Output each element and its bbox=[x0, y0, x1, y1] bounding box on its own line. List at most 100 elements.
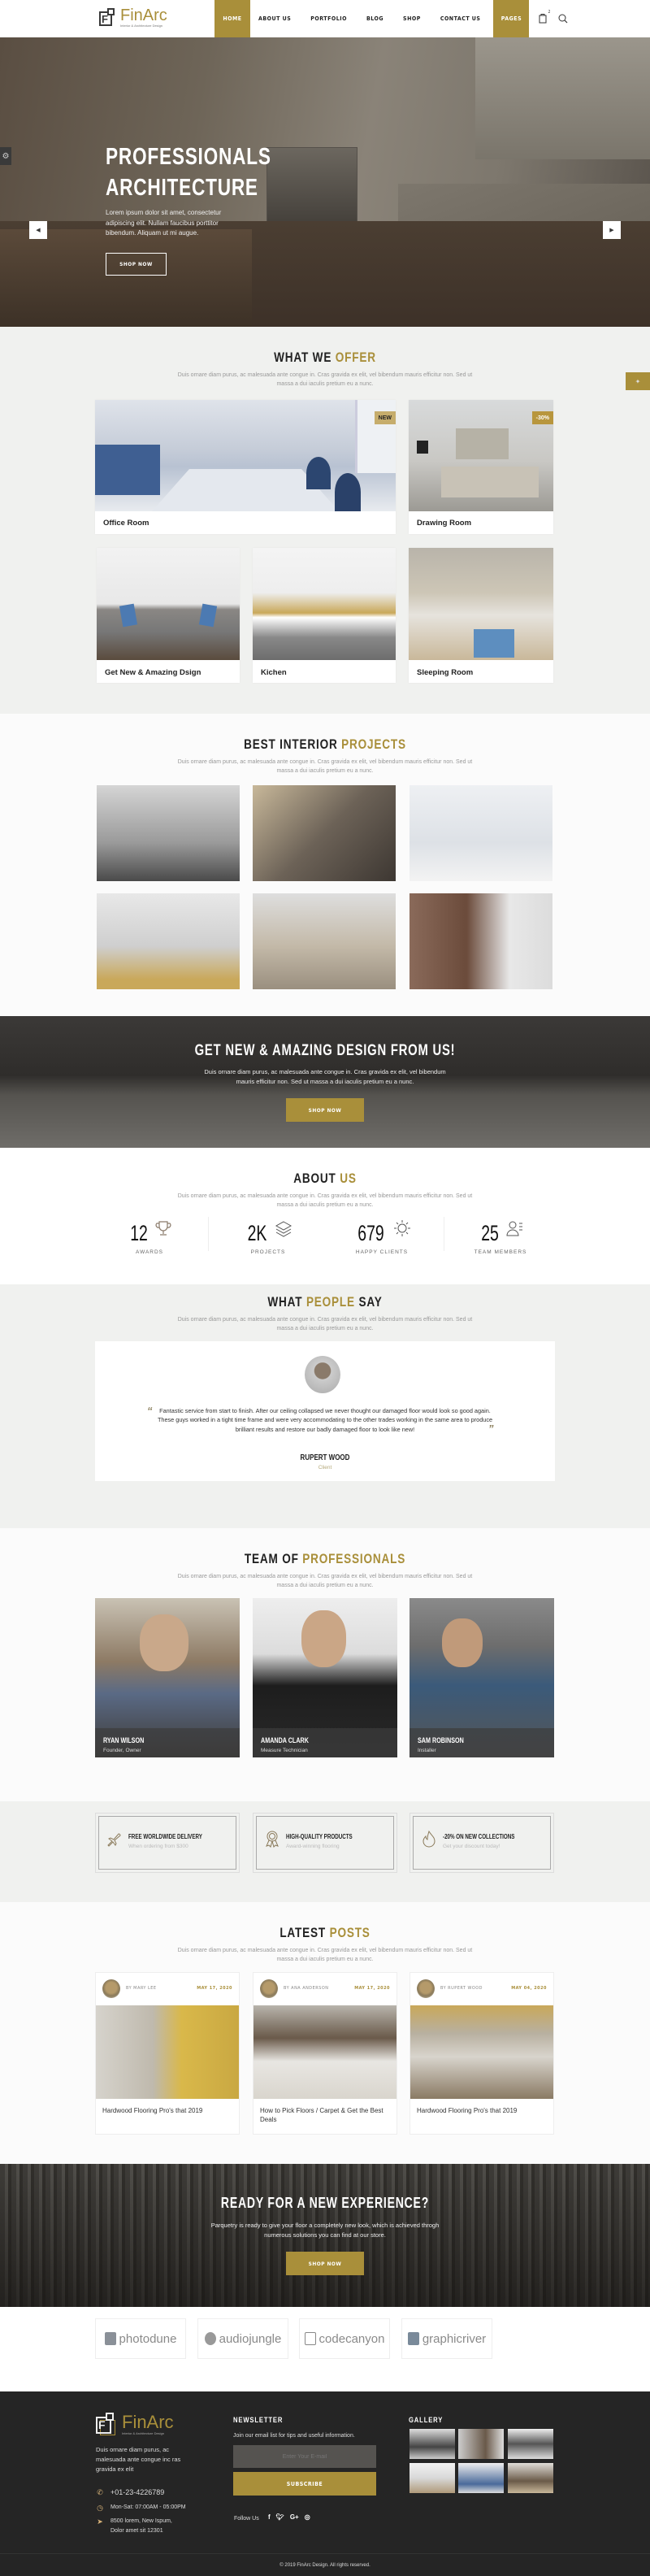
cta-text: Parquetry is ready to give your floor a … bbox=[210, 2222, 440, 2239]
sun-icon bbox=[393, 1220, 411, 1240]
post-card[interactable]: BY RUPERT WOOD MAY 04, 2020 Hardwood Flo… bbox=[410, 1972, 554, 2135]
project-image-3[interactable] bbox=[410, 785, 552, 881]
hero-bg-table bbox=[0, 229, 252, 327]
member-name: SAM ROBINSON bbox=[418, 1736, 464, 1744]
footer-logo-mark-icon: F bbox=[96, 2413, 117, 2435]
stat-value: 25 bbox=[480, 1221, 499, 1246]
post-card[interactable]: BY ANA ANDERSON MAY 17, 2020 How to Pick… bbox=[253, 1972, 397, 2135]
search-icon[interactable] bbox=[558, 11, 568, 27]
brand-audiojungle[interactable]: audiojungle bbox=[197, 2318, 288, 2359]
team-member-card[interactable]: SAM ROBINSON Installer bbox=[410, 1598, 554, 1757]
slider-next-button[interactable]: ▶ bbox=[603, 221, 621, 239]
subscribe-button[interactable]: SUBSCRIBE bbox=[233, 2472, 376, 2496]
nav-pages[interactable]: PAGES bbox=[493, 0, 530, 37]
nav-contact-us[interactable]: CONTACT US bbox=[432, 0, 489, 37]
offer-card-amazing-design[interactable]: Get New & Amazing Dsign bbox=[97, 548, 240, 683]
logo[interactable]: F FinArc Interior & Architecture Design bbox=[99, 7, 167, 28]
post-title[interactable]: How to Pick Floors / Carpet & Get the Be… bbox=[254, 2099, 396, 2124]
gallery-thumb[interactable] bbox=[410, 2463, 455, 2493]
post-image[interactable] bbox=[96, 2005, 239, 2099]
project-image-1[interactable] bbox=[97, 785, 240, 881]
cta-title: READY FOR A NEW EXPERIENCE? bbox=[220, 2195, 430, 2211]
logo-name: FinArc bbox=[120, 7, 167, 24]
shopping-bag-icon[interactable]: 2 bbox=[539, 10, 550, 27]
stat-label: AWARDS bbox=[135, 1249, 164, 1256]
offer-card-office-room[interactable]: NEW Office Room bbox=[95, 400, 396, 534]
project-image-5[interactable] bbox=[253, 893, 396, 989]
post-title[interactable]: Hardwood Flooring Pro's that 2019 bbox=[410, 2099, 553, 2115]
instagram-icon[interactable]: ◎ bbox=[305, 2513, 310, 2521]
about-title: ABOUT US bbox=[293, 1171, 357, 1186]
nav-about-us[interactable]: ABOUT US bbox=[250, 0, 299, 37]
newsletter-text: Join our email list for tips and useful … bbox=[233, 2433, 355, 2439]
member-name: AMANDA CLARK bbox=[261, 1736, 309, 1744]
team-desc: Duis ornare diam purus, ac malesuada ant… bbox=[177, 1574, 473, 1588]
gallery-thumb[interactable] bbox=[508, 2463, 553, 2493]
gear-icon[interactable]: ⚙ bbox=[0, 147, 11, 165]
offer-section: ✦ WHAT WE OFFER Duis ornare diam purus, … bbox=[0, 327, 650, 714]
twitter-icon[interactable]: 🐦︎ bbox=[276, 2513, 284, 2521]
hero-title-line1: PROFESSIONALS bbox=[106, 144, 271, 170]
stat-label: TEAM MEMBERS bbox=[474, 1249, 527, 1256]
feature-title: -20% ON NEW COLLECTIONS bbox=[443, 1833, 515, 1840]
nav-home[interactable]: HOME bbox=[214, 0, 250, 37]
trophy-icon bbox=[154, 1221, 172, 1240]
side-settings-tab[interactable]: ✦ bbox=[626, 372, 650, 390]
google-plus-icon[interactable]: G+ bbox=[290, 2513, 299, 2521]
hero-shop-now-button[interactable]: SHOP NOW bbox=[106, 253, 167, 276]
nav-portfolio[interactable]: PORTFOLIO bbox=[302, 0, 355, 37]
offer-card-sleeping-room[interactable]: Sleeping Room bbox=[409, 548, 553, 683]
facebook-icon[interactable]: f bbox=[268, 2513, 271, 2521]
post-author[interactable]: BY ANA ANDERSON bbox=[284, 1986, 328, 1991]
team-member-card[interactable]: AMANDA CLARK Measure Technician bbox=[253, 1598, 397, 1757]
quote-close-icon: ” bbox=[488, 1423, 494, 1435]
post-title[interactable]: Hardwood Flooring Pro's that 2019 bbox=[96, 2099, 239, 2115]
codecanyon-logo-icon bbox=[304, 2332, 316, 2345]
post-author[interactable]: BY RUPERT WOOD bbox=[440, 1986, 483, 1991]
post-author[interactable]: BY MARY LEE bbox=[126, 1986, 157, 1991]
brand-codecanyon[interactable]: codecanyon bbox=[299, 2318, 390, 2359]
footer-hours: ◷ Mon-Sat: 07:00AM - 05:00PM bbox=[97, 2504, 186, 2512]
posts-desc: Duis ornare diam purus, ac malesuada ant… bbox=[177, 1948, 473, 1962]
projects-desc: Duis ornare diam purus, ac malesuada ant… bbox=[177, 759, 473, 774]
post-image[interactable] bbox=[410, 2005, 553, 2099]
stat-awards: 12 AWARDS bbox=[93, 1219, 206, 1255]
feature-title: HIGH-QUALITY PRODUCTS bbox=[286, 1833, 353, 1840]
offer-card-kitchen[interactable]: Kichen bbox=[253, 548, 396, 683]
email-input[interactable] bbox=[233, 2445, 376, 2468]
phone-icon: ✆ bbox=[97, 2488, 103, 2496]
footer-desc: Duis ornare diam purus, ac malesuada ant… bbox=[96, 2446, 181, 2473]
cta-shop-now-button[interactable]: SHOP NOW bbox=[286, 2252, 364, 2275]
post-card[interactable]: BY MARY LEE MAY 17, 2020 Hardwood Floori… bbox=[95, 1972, 240, 2135]
gallery-thumb[interactable] bbox=[458, 2463, 504, 2493]
offer-card-drawing-room[interactable]: -30% Drawing Room bbox=[409, 400, 553, 534]
team-member-card[interactable]: RYAN WILSON Founder, Owner bbox=[95, 1598, 240, 1757]
project-image-4[interactable] bbox=[97, 893, 240, 989]
testimonials-desc: Duis ornare diam purus, ac malesuada ant… bbox=[177, 1317, 473, 1331]
brands-section: photodune audiojungle codecanyon graphic… bbox=[0, 2307, 650, 2391]
team-title: TEAM OF PROFESSIONALS bbox=[244, 1551, 406, 1566]
chevron-left-icon: ◀ bbox=[36, 228, 41, 233]
quote-open-icon: “ bbox=[147, 1405, 153, 1417]
member-role: Founder, Owner bbox=[103, 1748, 141, 1753]
post-image[interactable] bbox=[254, 2005, 396, 2099]
slider-prev-button[interactable]: ◀ bbox=[29, 221, 47, 239]
gallery-thumb[interactable] bbox=[508, 2429, 553, 2459]
project-image-6[interactable] bbox=[410, 893, 552, 989]
nav-shop[interactable]: SHOP bbox=[395, 0, 429, 37]
stat-label: HAPPY CLIENTS bbox=[355, 1249, 409, 1256]
nav-blog[interactable]: BLOG bbox=[358, 0, 392, 37]
gallery-thumb[interactable] bbox=[458, 2429, 504, 2459]
logo-mark-icon: F bbox=[99, 7, 117, 28]
team-section: TEAM OF PROFESSIONALS Duis ornare diam p… bbox=[0, 1528, 650, 1801]
project-image-2[interactable] bbox=[253, 785, 396, 881]
feature-title: FREE WORLDWIDE DELIVERY bbox=[128, 1833, 202, 1840]
site-header: F FinArc Interior & Architecture Design … bbox=[0, 0, 650, 37]
flame-icon bbox=[420, 1830, 438, 1848]
cart-icon: ✦ bbox=[635, 377, 641, 385]
footer-logo[interactable]: F FinArc Interior & Architecture Design bbox=[96, 2413, 174, 2435]
gallery-thumb[interactable] bbox=[410, 2429, 455, 2459]
brand-photodune[interactable]: photodune bbox=[95, 2318, 186, 2359]
brand-graphicriver[interactable]: graphicriver bbox=[401, 2318, 492, 2359]
banner-shop-now-button[interactable]: SHOP NOW bbox=[286, 1098, 364, 1122]
